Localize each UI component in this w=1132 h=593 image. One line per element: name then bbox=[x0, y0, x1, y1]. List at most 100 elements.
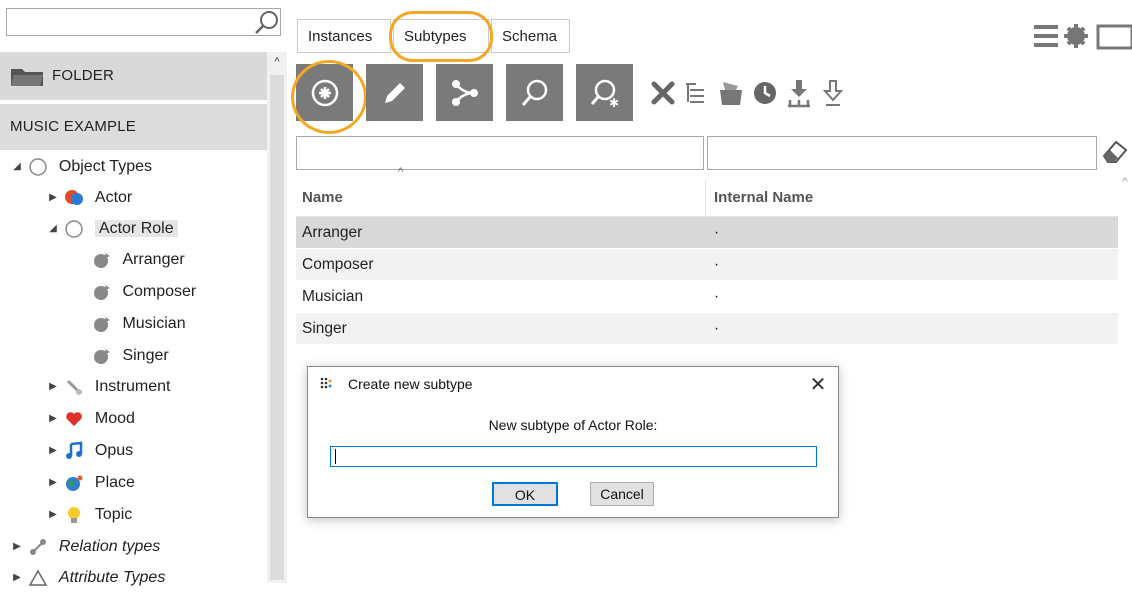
highlight-ring bbox=[389, 11, 493, 62]
tree-item-instrument[interactable]: ▶ Instrument bbox=[46, 372, 171, 402]
name-filter-input[interactable] bbox=[296, 136, 704, 170]
search-input[interactable] bbox=[6, 8, 281, 36]
circle-icon bbox=[29, 158, 48, 176]
tree-label: Instrument bbox=[94, 378, 171, 395]
column-header-name[interactable]: Name bbox=[302, 180, 343, 216]
circle-icon bbox=[65, 220, 84, 238]
music-note-icon bbox=[66, 441, 83, 459]
table-row[interactable]: Arranger · bbox=[296, 217, 1118, 248]
table-row[interactable]: Musician · bbox=[296, 281, 1118, 312]
tree-item-arranger[interactable]: Arranger bbox=[92, 245, 185, 275]
close-icon[interactable]: ✕ bbox=[806, 373, 830, 397]
edit-button[interactable] bbox=[366, 64, 423, 121]
table-row[interactable]: Singer · bbox=[296, 313, 1118, 344]
triangle-outline-icon bbox=[29, 569, 48, 586]
section-label: MUSIC EXAMPLE bbox=[10, 118, 136, 135]
delete-icon[interactable] bbox=[648, 78, 678, 108]
cell-name: Musician bbox=[302, 288, 364, 305]
tree-label: Musician bbox=[122, 315, 186, 332]
internal-name-filter-input[interactable] bbox=[707, 136, 1097, 170]
dialog-prompt: New subtype of Actor Role: bbox=[488, 417, 658, 433]
tree-item-composer[interactable]: Composer bbox=[92, 277, 196, 307]
tree-label: Relation types bbox=[58, 538, 161, 555]
tree-label: Composer bbox=[122, 283, 197, 300]
window-tools bbox=[1034, 22, 1132, 52]
column-divider[interactable] bbox=[705, 180, 706, 216]
globe-icon bbox=[66, 475, 83, 491]
cell-internal-name: · bbox=[714, 288, 720, 305]
instrument-icon bbox=[67, 379, 83, 395]
tree-item-actor-role[interactable]: ◢ Actor Role bbox=[46, 214, 178, 244]
folder-label: FOLDER bbox=[52, 67, 115, 84]
advanced-search-button[interactable]: ✱ bbox=[576, 64, 633, 121]
section-header[interactable]: MUSIC EXAMPLE bbox=[0, 104, 267, 150]
table-scroll-up-icon[interactable]: ^ bbox=[1118, 176, 1132, 190]
tree-item-relation-types[interactable]: ▶ Relation types bbox=[10, 532, 160, 562]
scroll-thumb[interactable] bbox=[270, 75, 284, 580]
create-subtype-dialog: Create new subtype ✕ New subtype of Acto… bbox=[307, 366, 839, 518]
tree-label: Mood bbox=[94, 410, 135, 427]
collapsed-triangle-icon[interactable]: ▶ bbox=[10, 563, 24, 593]
hierarchy-icon bbox=[452, 80, 478, 106]
svg-text:✱: ✱ bbox=[609, 96, 619, 109]
eraser-icon[interactable] bbox=[1100, 136, 1130, 166]
tree-label: Topic bbox=[94, 506, 133, 523]
gear-icon bbox=[1064, 24, 1088, 48]
tree-item-singer[interactable]: Singer bbox=[92, 341, 169, 371]
dialog-titlebar[interactable]: Create new subtype ✕ bbox=[308, 367, 838, 401]
subtype-ball-icon bbox=[94, 253, 110, 268]
edit-icon bbox=[385, 83, 405, 103]
tree-item-topic[interactable]: ▶ Topic bbox=[46, 500, 132, 530]
folder-header[interactable]: FOLDER bbox=[0, 52, 267, 100]
history-icon[interactable] bbox=[750, 78, 780, 108]
tab-instances[interactable]: Instances bbox=[297, 19, 391, 53]
cancel-button[interactable]: Cancel bbox=[590, 482, 654, 506]
expanded-triangle-icon[interactable]: ◢ bbox=[46, 214, 60, 244]
tree-item-opus[interactable]: ▶ Opus bbox=[46, 436, 133, 466]
menu-icon bbox=[1034, 25, 1058, 47]
tree-label: Actor Role bbox=[94, 220, 178, 237]
export-icon[interactable] bbox=[818, 78, 848, 108]
archive-icon[interactable] bbox=[716, 78, 746, 108]
collapsed-triangle-icon[interactable]: ▶ bbox=[46, 436, 60, 466]
collapsed-triangle-icon[interactable]: ▶ bbox=[46, 183, 60, 213]
table-row[interactable]: Composer · bbox=[296, 249, 1118, 280]
tree-list-icon[interactable] bbox=[682, 78, 712, 108]
tree-label: Place bbox=[94, 474, 135, 491]
collapsed-triangle-icon[interactable]: ▶ bbox=[46, 500, 60, 530]
tab-schema[interactable]: Schema bbox=[491, 19, 570, 53]
column-header-internal-name[interactable]: Internal Name bbox=[714, 180, 813, 216]
search-button[interactable] bbox=[506, 64, 563, 121]
tree-item-mood[interactable]: ▶ Mood bbox=[46, 404, 135, 434]
cell-internal-name: · bbox=[714, 256, 720, 273]
tree-label: Attribute Types bbox=[58, 569, 166, 586]
hierarchy-button[interactable] bbox=[436, 64, 493, 121]
tree-item-musician[interactable]: Musician bbox=[92, 309, 186, 339]
scroll-up-icon[interactable]: ^ bbox=[270, 55, 284, 69]
collapsed-triangle-icon[interactable]: ▶ bbox=[46, 404, 60, 434]
relation-icon bbox=[30, 539, 47, 555]
tree-label: Arranger bbox=[122, 251, 185, 268]
import-icon[interactable] bbox=[784, 78, 814, 108]
subtype-ball-icon bbox=[94, 285, 110, 300]
ok-button[interactable]: OK bbox=[492, 482, 558, 506]
tree-label: Object Types bbox=[58, 158, 152, 175]
tree-label: Singer bbox=[122, 347, 169, 364]
cell-internal-name: · bbox=[714, 224, 720, 241]
expanded-triangle-icon[interactable]: ◢ bbox=[10, 152, 24, 182]
window-icon bbox=[1096, 24, 1132, 50]
tree-item-place[interactable]: ▶ Place bbox=[46, 468, 135, 498]
collapsed-triangle-icon[interactable]: ▶ bbox=[10, 532, 24, 562]
sort-caret-icon[interactable]: ^ bbox=[398, 166, 403, 178]
subtype-name-input[interactable] bbox=[330, 446, 817, 467]
dialog-title: Create new subtype bbox=[348, 376, 473, 392]
collapsed-triangle-icon[interactable]: ▶ bbox=[46, 372, 60, 402]
actor-masks-icon bbox=[65, 190, 84, 205]
tree-item-actor[interactable]: ▶ Actor bbox=[46, 183, 132, 213]
tree-item-object-types[interactable]: ◢ Object Types bbox=[10, 152, 152, 182]
cell-name: Composer bbox=[302, 256, 374, 273]
search-icon[interactable] bbox=[253, 10, 281, 36]
heart-icon bbox=[66, 412, 83, 426]
tree-item-attribute-types[interactable]: ▶ Attribute Types bbox=[10, 563, 165, 593]
collapsed-triangle-icon[interactable]: ▶ bbox=[46, 468, 60, 498]
